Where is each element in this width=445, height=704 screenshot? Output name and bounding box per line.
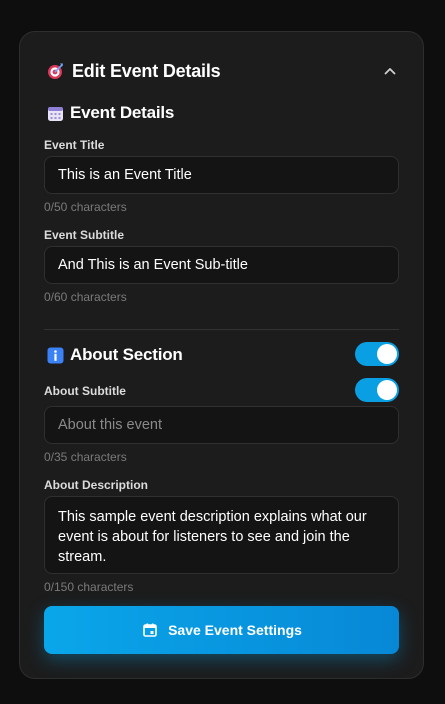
event-title-label: Event Title <box>44 138 105 152</box>
info-icon <box>46 346 64 364</box>
about-subtitle-label: About Subtitle <box>44 384 126 398</box>
about-description-textarea[interactable]: This sample event description explains w… <box>44 496 399 574</box>
about-description-counter: 0/150 characters <box>44 580 134 594</box>
calendar-icon <box>141 621 159 639</box>
event-details-heading: Event Details <box>46 103 174 123</box>
event-title-counter: 0/50 characters <box>44 200 127 214</box>
about-section-toggle[interactable] <box>355 342 399 366</box>
event-subtitle-label: Event Subtitle <box>44 228 125 242</box>
about-subtitle-toggle[interactable] <box>355 378 399 402</box>
edit-event-panel: Edit Event Details Event Details Event T… <box>19 31 424 679</box>
about-subtitle-counter: 0/35 characters <box>44 450 127 464</box>
event-subtitle-counter: 0/60 characters <box>44 290 127 304</box>
about-section-heading: About Section <box>46 345 183 365</box>
save-event-settings-button[interactable]: Save Event Settings <box>44 606 399 654</box>
about-subtitle-input[interactable]: About this event <box>44 406 399 444</box>
panel-header: Edit Event Details <box>46 60 399 82</box>
panel-title: Edit Event Details <box>72 60 221 81</box>
section-divider <box>44 329 399 330</box>
event-subtitle-input[interactable]: And This is an Event Sub-title <box>44 246 399 284</box>
calendar-icon <box>46 104 64 122</box>
target-icon <box>46 62 64 80</box>
chevron-up-icon[interactable] <box>381 62 399 80</box>
event-title-input[interactable]: This is an Event Title <box>44 156 399 194</box>
save-button-label: Save Event Settings <box>168 622 302 638</box>
section-title: About Section <box>70 345 183 364</box>
section-title: Event Details <box>70 103 175 122</box>
toggle-knob <box>377 344 397 364</box>
about-description-label: About Description <box>44 478 148 492</box>
toggle-knob <box>377 380 397 400</box>
